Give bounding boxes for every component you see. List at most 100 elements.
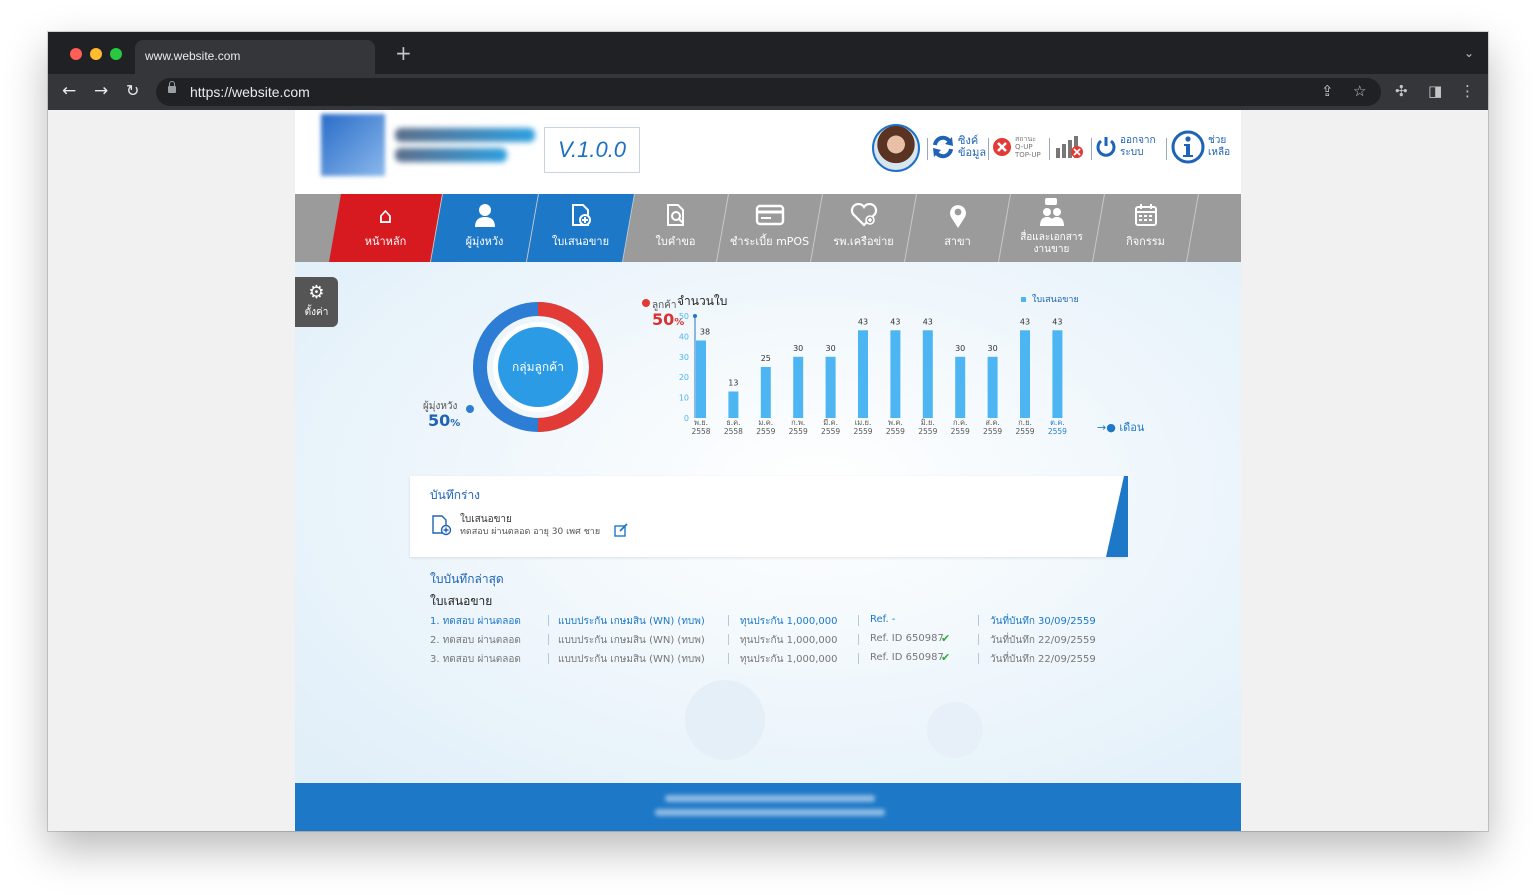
url-text[interactable]: https://website.com xyxy=(190,84,310,100)
bar-value-label: 43 xyxy=(1052,317,1062,326)
extensions-puzzle-icon[interactable]: ✣ xyxy=(1395,82,1408,100)
status-label: สถานะ Q-UP TOP-UP xyxy=(1015,135,1041,159)
status-qup-topup[interactable]: สถานะ Q-UP TOP-UP xyxy=(992,122,1041,172)
recent-row[interactable]: 2. ทดสอบ ผ่านตลอด แบบประกัน เกษมสิน (WN)… xyxy=(430,630,1130,649)
person-icon xyxy=(437,203,532,235)
document-add-icon xyxy=(432,515,452,536)
edit-icon[interactable] xyxy=(614,523,628,537)
bookmark-star-icon[interactable]: ☆ xyxy=(1353,82,1366,100)
maximize-window-button[interactable] xyxy=(110,48,122,60)
record-plan: แบบประกัน เกษมสิน (WN) (ทบพ) xyxy=(558,616,705,627)
sync-data-button[interactable]: ซิงค์ ข้อมูล xyxy=(931,122,986,172)
recent-row[interactable]: 1. ทดสอบ ผ่านตลอด แบบประกัน เกษมสิน (WN)… xyxy=(430,611,1130,630)
menu-item-application[interactable]: ใบคำขอ xyxy=(623,194,729,262)
divider xyxy=(988,138,989,160)
tab-title: www.website.com xyxy=(145,49,241,63)
forward-arrow-icon[interactable]: → xyxy=(94,81,108,101)
browser-toolbar: ← → ↻ https://website.com ⇪ ☆ ✣ ◨ ⋮ xyxy=(48,74,1488,110)
back-arrow-icon[interactable]: ← xyxy=(62,81,76,101)
x-tick-year-label: 2559 xyxy=(789,427,808,436)
menu-item-mpos[interactable]: ชำระเบี้ย mPOS xyxy=(717,194,823,262)
menu-item-activities[interactable]: กิจกรรม xyxy=(1093,194,1199,262)
x-tick-label: ก.ย. xyxy=(1018,418,1032,427)
x-tick-label: ก.ค. xyxy=(953,418,967,427)
menu-label: ใบเสนอขาย xyxy=(551,235,610,248)
menu-item-home[interactable]: ⌂ หน้าหลัก xyxy=(329,194,443,262)
document-search-icon xyxy=(629,203,722,235)
menu-item-branch[interactable]: สาขา xyxy=(905,194,1011,262)
main-menu-bar: ⌂ หน้าหลัก ผู้มุ่งหวัง ใบเสนอขาย ใบคำขอ … xyxy=(295,194,1241,262)
record-sum: ทุนประกัน 1,000,000 xyxy=(740,654,838,665)
x-tick-year-label: 2559 xyxy=(1015,427,1034,436)
close-window-button[interactable] xyxy=(70,48,82,60)
record-name: 2. ทดสอบ ผ่านตลอด xyxy=(430,635,521,646)
bar-value-label: 43 xyxy=(923,317,933,326)
draft-item-description[interactable]: ทดสอบ ผ่านตลอด อายุ 30 เพศ ชาย xyxy=(460,524,600,538)
location-icon xyxy=(911,203,1004,237)
record-name: 1. ทดสอบ ผ่านตลอด xyxy=(430,616,521,627)
check-icon: ✔ xyxy=(941,632,951,645)
customer-legend-dot xyxy=(642,299,650,307)
x-tick-label: ต.ค. xyxy=(1050,418,1065,427)
settings-label: ตั้งค่า xyxy=(304,307,329,318)
app-header: V.1.0.0 ซิงค์ ข้อมูล สถานะ Q-UP TOP-UP อ… xyxy=(295,110,1241,194)
bar xyxy=(825,356,836,418)
y-axis-dot xyxy=(693,314,697,318)
record-name: 3. ทดสอบ ผ่านตลอด xyxy=(430,654,521,665)
minimize-window-button[interactable] xyxy=(90,48,102,60)
recent-records-section: ใบบันทึกล่าสุด ใบเสนอขาย 1. ทดสอบ ผ่านตล… xyxy=(430,570,1130,668)
record-plan: แบบประกัน เกษมสิน (WN) (ทบพ) xyxy=(558,635,705,646)
lock-icon xyxy=(168,81,176,93)
x-tick-label: มี.ค. xyxy=(823,418,838,427)
menu-item-sales-media[interactable]: สื่อและเอกสาร งานขาย xyxy=(999,194,1105,262)
settings-button[interactable]: ⚙ ตั้งค่า xyxy=(295,277,338,327)
record-sum: ทุนประกัน 1,000,000 xyxy=(740,616,838,627)
menu-label: หน้าหลัก xyxy=(364,235,407,248)
browser-tab[interactable]: www.website.com xyxy=(135,40,375,74)
divider xyxy=(1091,138,1092,160)
address-bar[interactable]: https://website.com xyxy=(156,78,1381,106)
menu-label: สื่อและเอกสาร งานขาย xyxy=(1020,232,1083,255)
record-sum: ทุนประกัน 1,000,000 xyxy=(740,635,838,646)
side-panel-icon[interactable]: ◨ xyxy=(1428,82,1442,100)
user-avatar[interactable] xyxy=(872,124,920,172)
bar-value-label: 43 xyxy=(858,317,868,326)
reload-icon[interactable]: ↻ xyxy=(126,81,139,101)
record-ref: Ref. ID 650987 xyxy=(870,633,944,644)
bar xyxy=(1052,330,1063,418)
x-tick-year-label: 2558 xyxy=(724,427,743,436)
company-logo[interactable] xyxy=(321,114,385,176)
check-icon: ✔ xyxy=(941,651,951,664)
help-button[interactable]: ช่วย เหลือ xyxy=(1171,122,1230,172)
menu-kebab-icon[interactable]: ⋮ xyxy=(1460,82,1475,100)
x-tick-label: ธ.ค. xyxy=(726,418,740,427)
x-tick-label: ก.พ. xyxy=(791,418,805,427)
donut-center-label: กลุ่มลูกค้า xyxy=(512,360,564,374)
chart-legend: ใบเสนอขาย xyxy=(1021,292,1079,306)
logout-button[interactable]: ออกจาก ระบบ xyxy=(1095,122,1156,172)
menu-item-prospects[interactable]: ผู้มุ่งหวัง xyxy=(431,194,539,262)
calendar-icon xyxy=(1099,203,1192,235)
bar-value-label: 30 xyxy=(793,344,803,353)
recent-row[interactable]: 3. ทดสอบ ผ่านตลอด แบบประกัน เกษมสิน (WN)… xyxy=(430,649,1130,668)
prospect-percent: 50% xyxy=(428,411,461,430)
tab-list-chevron-down-icon[interactable]: ⌄ xyxy=(1464,46,1474,60)
menu-label: กิจกรรม xyxy=(1126,235,1165,248)
bar xyxy=(987,356,998,418)
x-tick-label: ม.ค. xyxy=(758,418,773,427)
new-tab-button[interactable]: + xyxy=(395,43,412,63)
heart-icon xyxy=(817,202,910,235)
menu-item-sales-proposal[interactable]: ใบเสนอขาย xyxy=(527,194,635,262)
y-tick-label: 0 xyxy=(684,414,689,423)
bar xyxy=(858,330,868,418)
chart-title: จำนวนใบ xyxy=(677,294,728,308)
x-tick-year-label: 2559 xyxy=(951,427,970,436)
footer-text-blurred xyxy=(665,795,875,802)
signal-status[interactable] xyxy=(1055,122,1085,172)
share-icon[interactable]: ⇪ xyxy=(1321,82,1334,100)
sync-label: ซิงค์ ข้อมูล xyxy=(958,134,987,159)
document-add-icon xyxy=(533,203,628,235)
menu-item-hospital-network[interactable]: รพ.เครือข่าย xyxy=(811,194,917,262)
sync-icon xyxy=(933,135,953,159)
bar-value-label: 30 xyxy=(988,344,998,353)
